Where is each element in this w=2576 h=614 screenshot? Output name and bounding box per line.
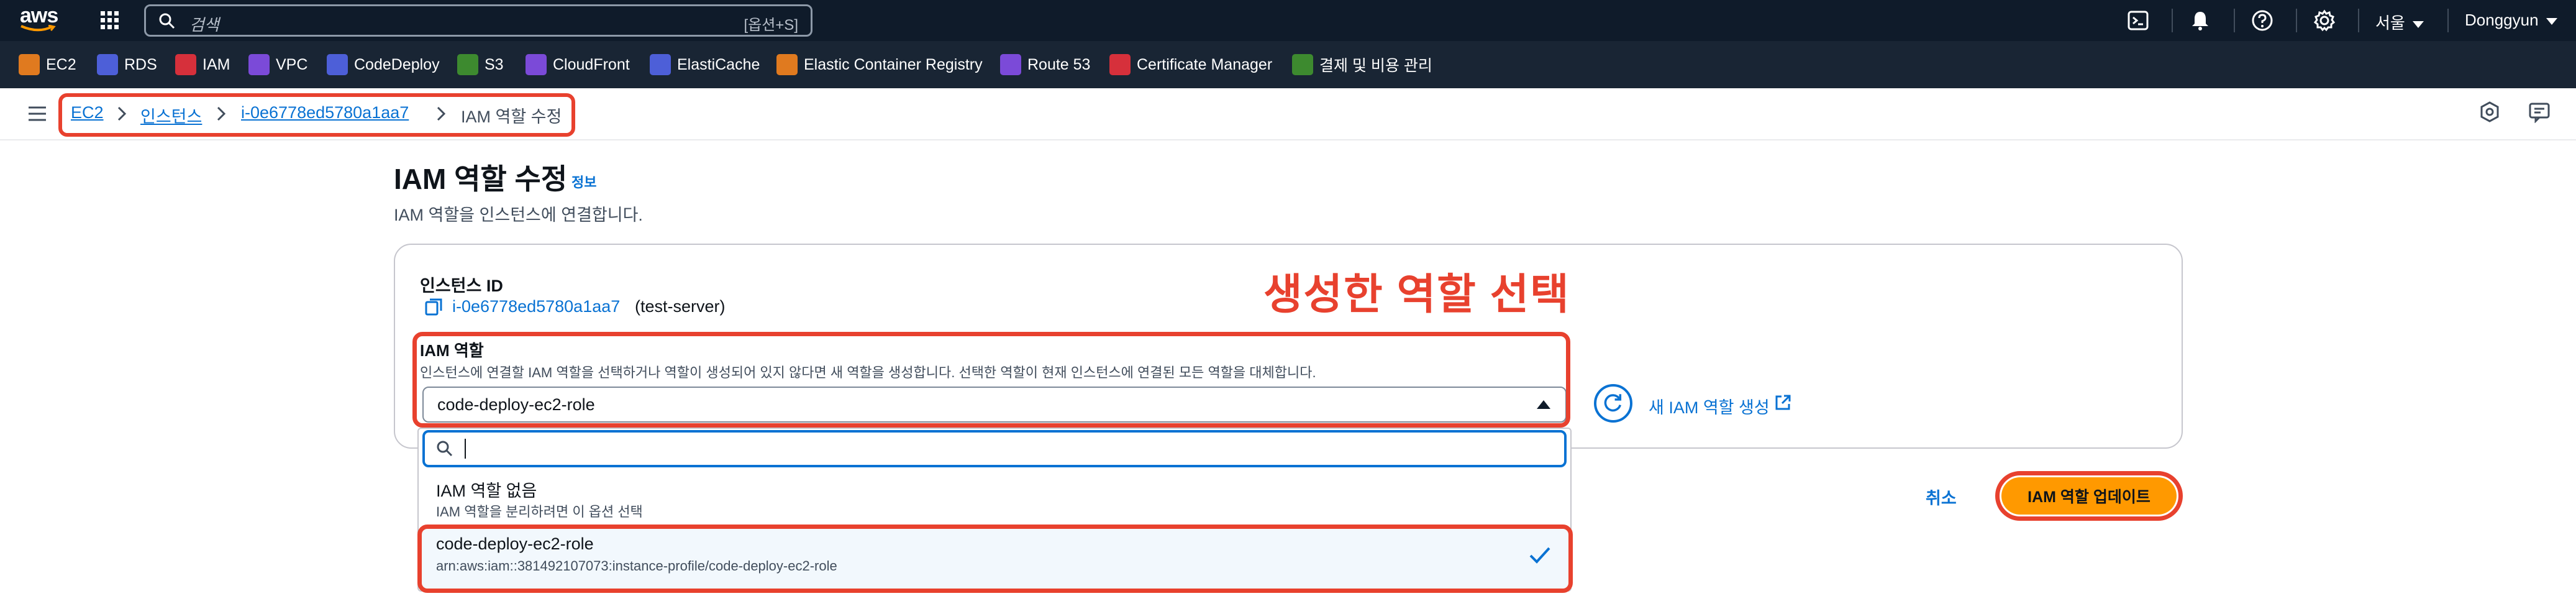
favorite-label: Elastic Container Registry xyxy=(804,55,983,73)
cloudfront-icon xyxy=(526,54,547,75)
search-icon xyxy=(159,13,175,29)
dropdown-filter-input[interactable] xyxy=(422,430,1567,467)
option-no-role-desc: IAM 역할을 분리하려면 이 옵션 선택 xyxy=(436,504,643,520)
top-navigation: aws 검색 [옵션+S] 서울 Donggyun xyxy=(0,0,2576,41)
aws-logo[interactable]: aws xyxy=(20,4,63,35)
favorite-label: VPC xyxy=(276,55,308,73)
nav-divider xyxy=(2296,9,2297,32)
favorite-label: CloudFront xyxy=(553,55,630,73)
create-new-iam-role-link[interactable]: 새 IAM 역할 생성 xyxy=(1649,394,1770,418)
favorite-ec2[interactable]: EC2 xyxy=(19,53,76,76)
page-title: IAM 역할 수정 xyxy=(394,163,568,195)
cloudshell-icon[interactable] xyxy=(2127,9,2149,32)
vpc-icon xyxy=(248,54,270,75)
instance-id-link[interactable]: i-0e6778ed5780a1aa7 xyxy=(452,297,620,316)
favorite-s3[interactable]: S3 xyxy=(457,53,504,76)
codedeploy-icon xyxy=(327,54,348,75)
nav-divider xyxy=(2172,9,2173,32)
breadcrumb-instances[interactable]: 인스턴스 xyxy=(140,103,202,127)
favorite-rds[interactable]: RDS xyxy=(97,53,157,76)
ecr-icon xyxy=(776,54,798,75)
s3-icon xyxy=(457,54,478,75)
favorite-certificate-manager[interactable]: Certificate Manager xyxy=(1109,53,1272,76)
aws-logo-text: aws xyxy=(20,4,58,27)
favorite-vpc[interactable]: VPC xyxy=(248,53,307,76)
favorite-cloudfront[interactable]: CloudFront xyxy=(526,53,630,76)
favorite-codedeploy[interactable]: CodeDeploy xyxy=(327,53,440,76)
favorite-label: Certificate Manager xyxy=(1137,55,1273,73)
help-icon[interactable] xyxy=(2251,9,2273,32)
favorite-label: S3 xyxy=(485,55,504,73)
breadcrumb-instance-id[interactable]: i-0e6778ed5780a1aa7 xyxy=(241,103,409,122)
region-label: 서울 xyxy=(2375,14,2405,32)
acm-icon xyxy=(1109,54,1131,75)
services-grid-icon[interactable] xyxy=(99,10,121,31)
feedback-panel-icon[interactable] xyxy=(2528,101,2551,123)
favorites-bar: EC2 RDS IAM VPC CodeDeploy S3 CloudFront… xyxy=(0,41,2576,88)
chevron-down-icon xyxy=(2412,21,2424,28)
global-search-input[interactable]: 검색 [옵션+S] xyxy=(144,4,812,37)
iam-icon xyxy=(175,54,196,75)
search-shortcut: [옵션+S] xyxy=(744,17,798,34)
elasticache-icon xyxy=(650,54,671,75)
instance-name: (test-server) xyxy=(635,297,726,316)
favorite-iam[interactable]: IAM xyxy=(175,53,230,76)
option-no-role-title[interactable]: IAM 역할 없음 xyxy=(436,477,537,502)
nav-divider xyxy=(2447,9,2449,32)
favorite-route53[interactable]: Route 53 xyxy=(1000,53,1090,76)
breadcrumb-current: IAM 역할 수정 xyxy=(461,108,562,126)
account-menu[interactable]: Donggyun xyxy=(2465,11,2557,30)
iam-role-annotation-highlight xyxy=(412,332,1570,428)
text-cursor xyxy=(465,439,466,459)
annotation-select-created-role: 생성한 역할 선택 xyxy=(1263,271,1570,318)
settings-gear-icon[interactable] xyxy=(2313,9,2336,32)
chevron-right-icon xyxy=(117,106,127,121)
copy-icon[interactable] xyxy=(424,297,444,317)
chevron-down-icon xyxy=(2546,17,2557,25)
favorite-label: 결제 및 비용 관리 xyxy=(1319,57,1432,75)
search-placeholder: 검색 xyxy=(189,16,219,34)
cancel-button[interactable]: 취소 xyxy=(1926,485,1957,509)
chevron-right-icon xyxy=(437,106,446,121)
rds-icon xyxy=(97,54,118,75)
account-user-label: Donggyun xyxy=(2465,11,2539,29)
favorite-ecr[interactable]: Elastic Container Registry xyxy=(776,53,983,76)
favorite-label: Route 53 xyxy=(1027,55,1091,73)
refresh-icon[interactable] xyxy=(1594,384,1632,423)
ec2-icon xyxy=(19,54,40,75)
search-icon xyxy=(437,441,453,457)
favorite-label: IAM xyxy=(203,55,230,73)
billing-icon xyxy=(1292,54,1313,75)
page-subtitle: IAM 역할을 인스턴스에 연결합니다. xyxy=(394,206,643,224)
chevron-right-icon xyxy=(217,106,226,121)
update-iam-role-button[interactable]: IAM 역할 업데이트 xyxy=(2001,477,2177,515)
option-annotation-highlight xyxy=(417,525,1573,593)
favorite-elasticache[interactable]: ElastiCache xyxy=(650,53,760,76)
nav-divider xyxy=(2234,9,2235,32)
external-link-icon[interactable] xyxy=(1774,394,1791,411)
instance-id-label: 인스턴스 ID xyxy=(420,277,503,295)
nav-divider xyxy=(2358,9,2359,32)
info-link[interactable]: 정보 xyxy=(571,172,596,191)
region-selector[interactable]: 서울 xyxy=(2375,11,2424,34)
breadcrumb-ec2[interactable]: EC2 xyxy=(71,103,104,122)
favorite-label: ElastiCache xyxy=(677,55,760,73)
recent-activity-icon[interactable] xyxy=(2478,101,2501,123)
favorite-billing[interactable]: 결제 및 비용 관리 xyxy=(1292,53,1432,76)
favorite-label: CodeDeploy xyxy=(354,55,440,73)
notifications-bell-icon[interactable] xyxy=(2189,9,2211,32)
menu-hamburger-icon[interactable] xyxy=(27,104,47,123)
favorite-label: EC2 xyxy=(46,55,76,73)
favorite-label: RDS xyxy=(124,55,157,73)
route53-icon xyxy=(1000,54,1021,75)
